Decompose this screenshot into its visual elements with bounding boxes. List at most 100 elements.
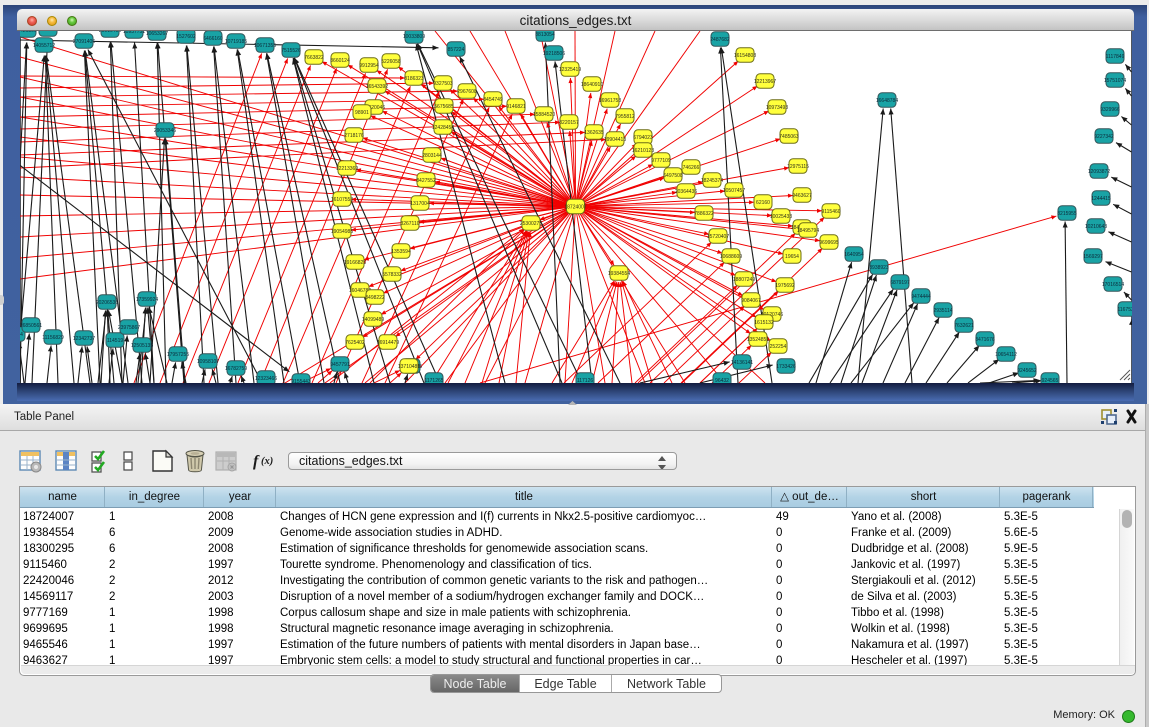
svg-text:8220157: 8220157 <box>559 120 579 126</box>
svg-text:62160: 62160 <box>756 200 770 206</box>
svg-text:16210123: 16210123 <box>632 148 654 154</box>
svg-text:7515526: 7515526 <box>281 48 301 54</box>
svg-text:9699695: 9699695 <box>819 240 839 246</box>
svg-text:12342737: 12342737 <box>73 336 95 342</box>
svg-text:9777109: 9777109 <box>651 158 671 164</box>
svg-text:9146821: 9146821 <box>506 104 526 110</box>
svg-text:10654112: 10654112 <box>995 352 1017 358</box>
svg-text:1527602: 1527602 <box>176 34 196 40</box>
svg-text:9329966: 9329966 <box>1100 107 1120 113</box>
svg-text:20910496: 20910496 <box>99 31 121 34</box>
svg-text:1362635: 1362635 <box>584 130 604 136</box>
svg-text:3267110: 3267110 <box>400 221 419 227</box>
svg-text:20364436: 20364436 <box>675 189 697 195</box>
svg-text:10671355: 10671355 <box>254 43 276 49</box>
svg-text:114519: 114519 <box>107 338 124 344</box>
svg-text:6497508: 6497508 <box>663 173 683 179</box>
svg-text:12325419: 12325419 <box>559 67 581 73</box>
svg-text:1615132: 1615132 <box>754 320 774 326</box>
svg-text:10653267: 10653267 <box>146 31 168 37</box>
svg-text:252254: 252254 <box>770 344 787 350</box>
svg-text:8215955: 8215955 <box>1057 211 1077 217</box>
svg-text:13710485: 13710485 <box>398 364 420 370</box>
svg-text:16154808: 16154808 <box>734 53 756 59</box>
svg-text:1640954: 1640954 <box>844 252 864 258</box>
svg-text:10033809: 10033809 <box>403 34 425 40</box>
svg-text:18724007: 18724007 <box>564 204 586 210</box>
svg-text:16961758: 16961758 <box>599 98 621 104</box>
svg-text:14055712: 14055712 <box>33 43 55 49</box>
svg-text:9474444: 9474444 <box>911 294 931 300</box>
svg-text:2935114: 2935114 <box>933 308 952 314</box>
svg-text:1975692: 1975692 <box>775 283 795 289</box>
svg-text:23975867: 23975867 <box>118 325 140 331</box>
svg-text:6879197: 6879197 <box>890 280 910 286</box>
svg-text:98901: 98901 <box>355 110 369 116</box>
svg-text:12505135: 12505135 <box>131 343 153 349</box>
svg-text:39154: 39154 <box>20 332 23 338</box>
svg-text:7886322: 7886322 <box>694 211 714 217</box>
svg-text:7632621: 7632621 <box>954 323 974 329</box>
svg-text:14136141: 14136141 <box>731 360 753 366</box>
svg-text:29053346: 29053346 <box>154 128 176 134</box>
svg-text:6794023: 6794023 <box>633 135 653 141</box>
svg-text:19904413: 19904413 <box>604 137 626 143</box>
svg-text:12093872: 12093872 <box>1088 169 1110 175</box>
svg-text:20206536: 20206536 <box>96 300 118 306</box>
svg-text:9245652: 9245652 <box>1017 368 1037 374</box>
svg-text:5675685: 5675685 <box>434 104 454 110</box>
svg-text:6466160: 6466160 <box>203 36 223 42</box>
svg-text:8454749: 8454749 <box>483 97 503 103</box>
svg-text:1117849: 1117849 <box>1106 54 1125 60</box>
svg-text:1167849: 1167849 <box>38 31 57 33</box>
svg-text:10688609: 10688609 <box>720 254 742 260</box>
svg-text:15751074: 15751074 <box>1104 78 1126 84</box>
svg-text:11156829: 11156829 <box>42 335 64 341</box>
svg-text:2487682: 2487682 <box>710 37 730 43</box>
svg-text:27091406: 27091406 <box>73 39 95 45</box>
svg-text:8660124: 8660124 <box>330 58 350 64</box>
svg-text:10507457: 10507457 <box>723 188 745 194</box>
svg-text:19218506: 19218506 <box>543 51 565 57</box>
svg-text:9115460: 9115460 <box>821 209 840 215</box>
svg-text:16914479: 16914479 <box>377 340 399 346</box>
svg-text:1733426: 1733426 <box>776 364 796 370</box>
svg-text:26850561: 26850561 <box>20 323 42 329</box>
svg-text:7955812: 7955812 <box>615 114 635 120</box>
svg-text:9457791: 9457791 <box>330 362 350 368</box>
svg-text:15884520: 15884520 <box>533 112 555 118</box>
svg-text:15720407: 15720407 <box>707 234 729 240</box>
svg-text:12323466: 12323466 <box>255 376 277 382</box>
svg-text:7663822: 7663822 <box>304 55 324 61</box>
svg-text:7485063: 7485063 <box>779 134 799 140</box>
svg-text:2718176: 2718176 <box>344 133 364 139</box>
svg-text:13524851: 13524851 <box>747 337 769 343</box>
svg-text:16648784: 16648784 <box>876 98 898 104</box>
svg-text:117126: 117126 <box>577 378 594 383</box>
svg-text:9327503: 9327503 <box>433 81 453 87</box>
svg-text:18495794: 18495794 <box>797 228 819 234</box>
svg-text:17016514: 17016514 <box>1102 282 1124 288</box>
svg-text:924565: 924565 <box>1042 378 1059 383</box>
svg-text:8471676: 8471676 <box>975 337 995 343</box>
svg-text:16543392: 16543392 <box>366 84 388 90</box>
svg-text:9463627: 9463627 <box>792 193 812 199</box>
svg-text:2426800: 2426800 <box>20 31 37 34</box>
svg-text:10025433: 10025433 <box>770 214 792 220</box>
svg-text:8938923: 8938923 <box>869 265 889 271</box>
svg-text:2803144: 2803144 <box>422 153 442 159</box>
svg-text:8186323: 8186323 <box>404 76 424 82</box>
svg-text:3498222: 3498222 <box>365 295 385 301</box>
svg-text:1353594: 1353594 <box>391 249 411 255</box>
svg-text:19166825: 19166825 <box>344 260 366 266</box>
svg-text:96432: 96432 <box>715 378 729 383</box>
svg-text:10210643: 10210643 <box>1085 224 1107 230</box>
svg-text:2967608: 2967608 <box>457 89 477 95</box>
svg-text:25300275: 25300275 <box>520 221 542 227</box>
svg-text:1569297: 1569297 <box>1083 254 1103 260</box>
svg-text:17957255: 17957255 <box>167 352 189 358</box>
svg-text:18640910: 18640910 <box>581 82 603 88</box>
svg-text:17359924: 17359924 <box>136 297 158 303</box>
svg-text:19654: 19654 <box>785 254 799 260</box>
svg-text:9227342: 9227342 <box>1094 134 1114 140</box>
